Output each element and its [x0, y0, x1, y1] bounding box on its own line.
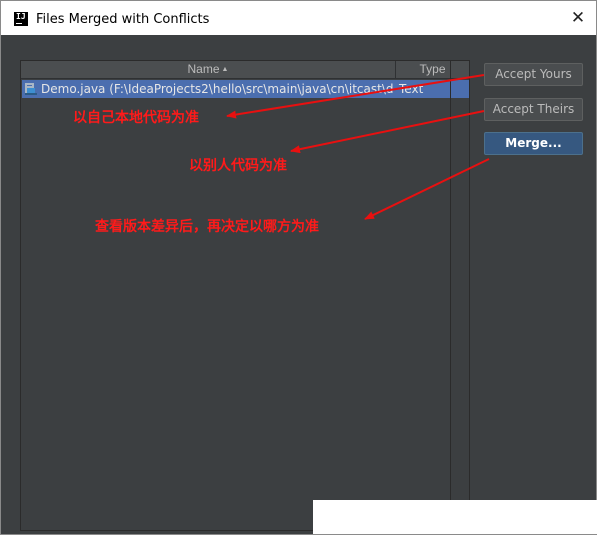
watermark: https://blog.csdn.net/weixin_45606067	[332, 510, 588, 527]
column-header-name[interactable]: Name ▲	[21, 61, 396, 78]
close-icon[interactable]: ✕	[569, 9, 587, 27]
table-scroll-gutter	[450, 60, 471, 531]
conflicts-table: Name ▲ Type Demo.java (F:\IdeaProjects2\h…	[20, 60, 470, 531]
annotation-merge: 查看版本差异后，再决定以哪方为准	[95, 219, 319, 235]
sort-ascending-icon: ▲	[221, 66, 229, 73]
merge-button[interactable]: Merge...	[484, 132, 583, 155]
intellij-app-icon: IJ	[14, 12, 28, 26]
table-header: Name ▲ Type	[21, 61, 469, 79]
accept-theirs-button[interactable]: Accept Theirs	[484, 98, 583, 121]
merge-conflicts-dialog: IJ Files Merged with Conflicts ✕ Name ▲ T…	[0, 0, 597, 535]
cell-file-name: Demo.java (F:\IdeaProjects2\hello\src\ma…	[41, 82, 394, 96]
column-header-name-label: Name	[187, 62, 220, 76]
java-file-icon	[25, 83, 37, 95]
accept-yours-button[interactable]: Accept Yours	[484, 63, 583, 86]
app-icon-text: IJ	[16, 12, 26, 21]
title-bar: IJ Files Merged with Conflicts ✕	[1, 1, 596, 36]
table-row[interactable]: Demo.java (F:\IdeaProjects2\hello\src\ma…	[22, 80, 469, 98]
window-title: Files Merged with Conflicts	[36, 12, 210, 27]
annotation-accept-yours: 以自己本地代码为准	[73, 110, 199, 126]
annotation-accept-theirs: 以别人代码为准	[189, 158, 287, 174]
